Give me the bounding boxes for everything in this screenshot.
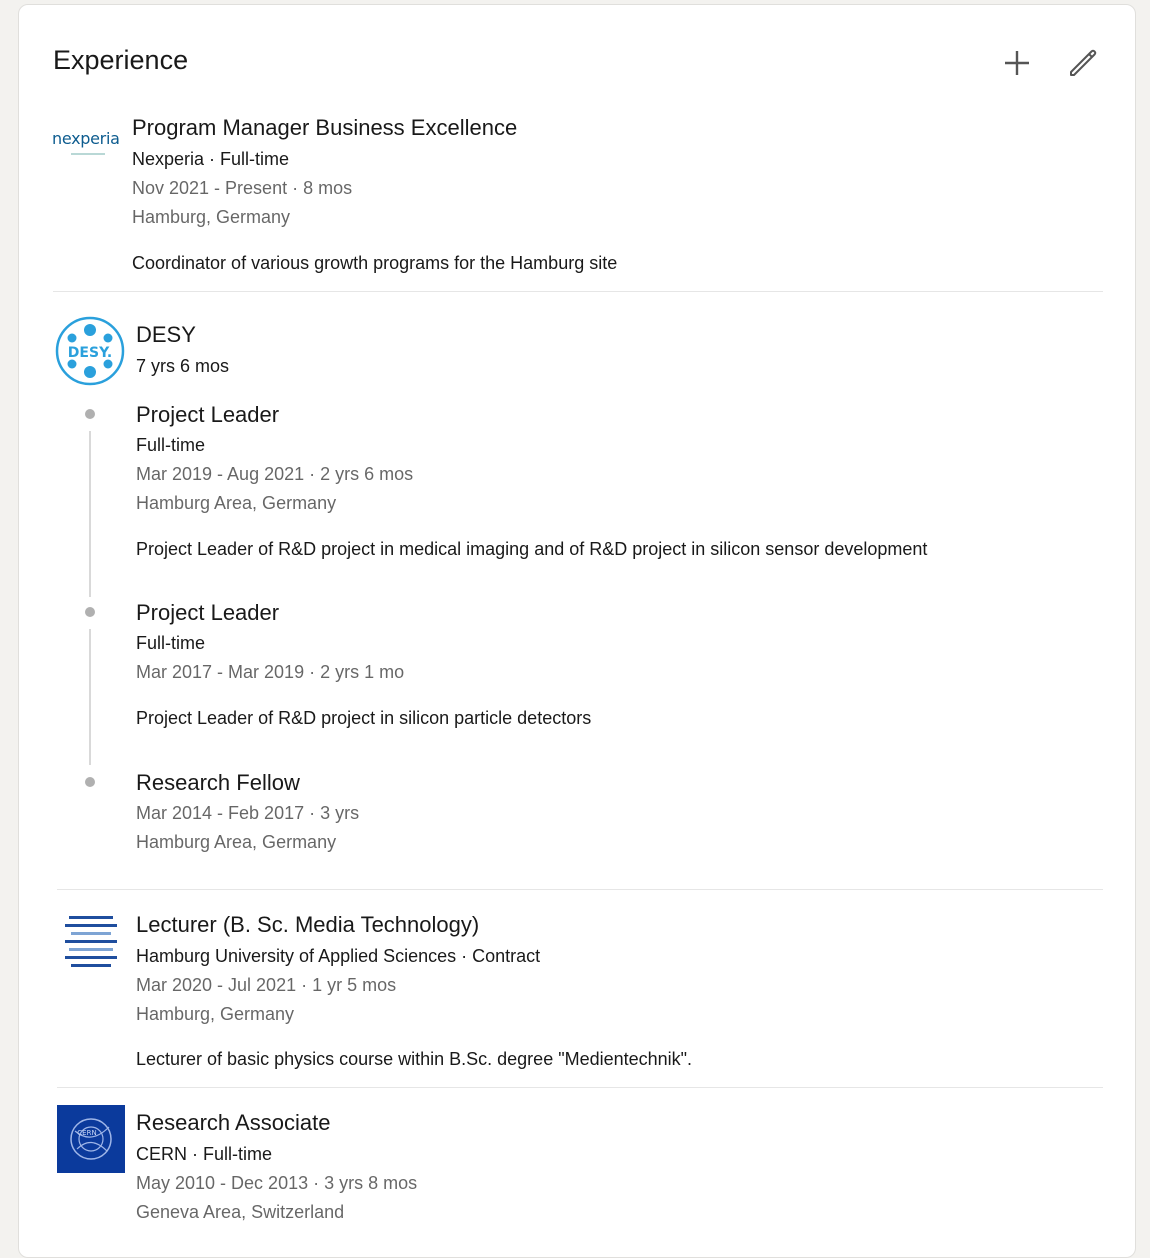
timeline-dot — [85, 607, 95, 617]
cern-company-line: CERN · Full-time — [136, 1144, 273, 1164]
cern-logo[interactable]: CERN — [57, 1105, 125, 1173]
desy-total-duration: 7 yrs 6 mos — [136, 356, 230, 376]
experience-card: Experience nexperia Program Manager Busi… — [18, 4, 1136, 1258]
desy-role-3-location: Hamburg Area, Germany — [136, 832, 337, 852]
desy-logo-icon: DESY. — [55, 316, 125, 386]
haw-job-title[interactable]: Lecturer (B. Sc. Media Technology) — [136, 910, 479, 940]
nexperia-logo[interactable]: nexperia — [51, 115, 121, 175]
nexperia-location: Hamburg, Germany — [132, 207, 291, 227]
section-title: Experience — [53, 45, 189, 75]
haw-logo-icon — [65, 916, 117, 967]
desy-role-2-dates: Mar 2017 - Mar 2019 · 2 yrs 1 mo — [136, 662, 405, 682]
nexperia-description: Coordinator of various growth programs f… — [132, 253, 618, 273]
haw-logo[interactable] — [57, 913, 127, 973]
nexperia-dates: Nov 2021 - Present · 8 mos — [132, 178, 353, 198]
plus-icon — [1005, 51, 1029, 75]
desy-role-1-location: Hamburg Area, Germany — [136, 493, 337, 513]
divider — [57, 889, 1103, 890]
divider — [53, 291, 1103, 292]
timeline-dot — [85, 409, 95, 419]
cern-dates: May 2010 - Dec 2013 · 3 yrs 8 mos — [136, 1173, 418, 1193]
cern-logo-text: CERN — [77, 1129, 96, 1137]
desy-logo[interactable]: DESY. — [55, 316, 125, 386]
desy-role-1-description: Project Leader of R&D project in medical… — [136, 539, 928, 559]
desy-logo-text: DESY. — [68, 345, 112, 361]
desy-role-1-title[interactable]: Project Leader — [136, 400, 279, 430]
cern-logo-icon: CERN — [70, 1118, 112, 1160]
timeline-line — [89, 629, 91, 765]
nexperia-logo-text: nexperia — [52, 129, 120, 148]
desy-role-3-dates: Mar 2014 - Feb 2017 · 3 yrs — [136, 803, 360, 823]
edit-experience-button[interactable] — [1063, 43, 1103, 83]
nexperia-job-title[interactable]: Program Manager Business Excellence — [132, 113, 517, 143]
add-experience-button[interactable] — [997, 43, 1037, 83]
divider — [57, 1087, 1103, 1088]
timeline-line — [89, 431, 91, 597]
haw-company-line: Hamburg University of Applied Sciences ·… — [136, 946, 541, 966]
desy-role-2-type: Full-time — [136, 633, 206, 653]
nexperia-company-line: Nexperia · Full-time — [132, 149, 290, 169]
desy-role-1-dates: Mar 2019 - Aug 2021 · 2 yrs 6 mos — [136, 464, 414, 484]
nexperia-logo-tagline — [71, 153, 105, 155]
cern-job-title[interactable]: Research Associate — [136, 1108, 330, 1138]
desy-role-1-type: Full-time — [136, 435, 206, 455]
haw-location: Hamburg, Germany — [136, 1004, 295, 1024]
timeline-dot — [85, 777, 95, 787]
desy-role-2-title[interactable]: Project Leader — [136, 598, 279, 628]
pencil-icon — [1070, 49, 1097, 76]
desy-company-name[interactable]: DESY — [136, 320, 196, 350]
desy-role-2-description: Project Leader of R&D project in silicon… — [136, 708, 592, 728]
haw-dates: Mar 2020 - Jul 2021 · 1 yr 5 mos — [136, 975, 397, 995]
haw-description: Lecturer of basic physics course within … — [136, 1049, 693, 1069]
cern-location: Geneva Area, Switzerland — [136, 1202, 345, 1222]
desy-role-3-title[interactable]: Research Fellow — [136, 768, 300, 798]
